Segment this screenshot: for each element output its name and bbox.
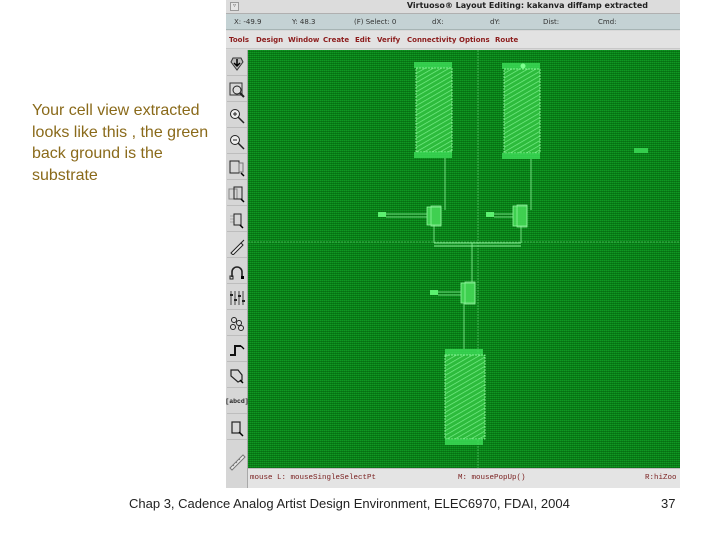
title-bar: ▿ Virtuoso® Layout Editing: kakanva diff… <box>226 0 680 14</box>
save-button[interactable] <box>227 52 247 76</box>
menu-create[interactable]: Create <box>323 36 349 44</box>
transistor-tail <box>430 243 476 349</box>
rectangle-button[interactable] <box>227 416 247 440</box>
zoom-in-icon <box>230 108 245 124</box>
virtuoso-layout-window: ▿ Virtuoso® Layout Editing: kakanva diff… <box>225 0 680 488</box>
path-icon <box>230 344 245 356</box>
transistor-left <box>378 158 446 243</box>
layout-drawing <box>248 50 680 468</box>
copy-icon <box>228 186 245 203</box>
status-select: (F) Select: 0 <box>354 18 397 26</box>
label-icon: [abcd] <box>225 398 249 405</box>
menu-verify[interactable]: Verify <box>377 36 400 44</box>
properties-icon <box>230 290 245 305</box>
menu-tools[interactable]: Tools <box>229 36 249 44</box>
move-icon <box>230 213 244 229</box>
menu-window[interactable]: Window <box>288 36 319 44</box>
mouse-right-binding: R:hiZoo <box>645 474 677 482</box>
resistor-bottom <box>444 349 486 445</box>
menu-design[interactable]: Design <box>256 36 283 44</box>
window-title: Virtuoso® Layout Editing: kakanva diffam… <box>406 1 648 10</box>
stretch-icon <box>229 160 245 177</box>
window-menu-button[interactable]: ▿ <box>230 2 239 11</box>
polygon-icon <box>230 368 244 384</box>
status-dx: dX: <box>432 18 444 26</box>
bias-wire <box>434 242 521 247</box>
menu-connectivity[interactable]: Connectivity <box>407 36 456 44</box>
label-button[interactable]: [abcd] <box>225 390 249 414</box>
instance-button[interactable] <box>227 312 247 336</box>
zoom-fit-icon <box>229 82 245 98</box>
mouse-middle-binding: M: mousePopUp() <box>458 474 526 482</box>
slide-caption: Your cell view extracted looks like this… <box>32 102 209 184</box>
instance-icon <box>230 316 244 331</box>
rectangle-icon <box>231 420 244 437</box>
properties-button[interactable] <box>227 286 247 310</box>
polygon-button[interactable] <box>227 364 247 388</box>
page-number: 37 <box>661 496 676 511</box>
zoom-out-icon <box>230 134 245 150</box>
status-cmd: Cmd: <box>598 18 617 26</box>
stretch-button[interactable] <box>227 156 247 180</box>
undo-icon <box>229 265 244 279</box>
status-dy: dY: <box>490 18 501 26</box>
contact-right <box>634 148 648 153</box>
save-icon <box>230 57 244 71</box>
copy-button[interactable] <box>227 182 247 206</box>
tool-palette: [abcd] <box>225 50 249 488</box>
mouse-binding-bar: mouse L: mouseSingleSelectPt M: mousePop… <box>248 468 680 488</box>
zoom-out-button[interactable] <box>227 130 247 154</box>
menu-options[interactable]: Options <box>459 36 490 44</box>
zoom-fit-button[interactable] <box>227 78 247 102</box>
slide-footer: Chap 3, Cadence Analog Artist Design Env… <box>129 496 570 511</box>
zoom-in-button[interactable] <box>227 104 247 128</box>
move-button[interactable] <box>227 208 247 232</box>
status-y: Y: 48.3 <box>292 18 316 26</box>
status-dist: Dist: <box>543 18 560 26</box>
menu-bar: Tools Design Window Create Edit Verify C… <box>226 31 680 49</box>
delete-icon <box>230 239 245 255</box>
resistor-top-right <box>502 63 541 159</box>
status-x: X: -49.9 <box>234 18 262 26</box>
menu-route[interactable]: Route <box>495 36 518 44</box>
undo-button[interactable] <box>227 260 247 284</box>
mouse-left-binding: mouse L: mouseSingleSelectPt <box>250 474 377 482</box>
layout-canvas[interactable] <box>248 50 680 468</box>
delete-button[interactable] <box>227 234 247 258</box>
ruler-icon <box>229 454 246 471</box>
resistor-top-left <box>414 62 453 158</box>
coordinate-status-bar: X: -49.9 Y: 48.3 (F) Select: 0 dX: dY: D… <box>226 14 680 30</box>
path-button[interactable] <box>227 338 247 362</box>
menu-edit[interactable]: Edit <box>355 36 371 44</box>
transistor-right <box>486 159 532 243</box>
ruler-button[interactable] <box>227 450 247 474</box>
